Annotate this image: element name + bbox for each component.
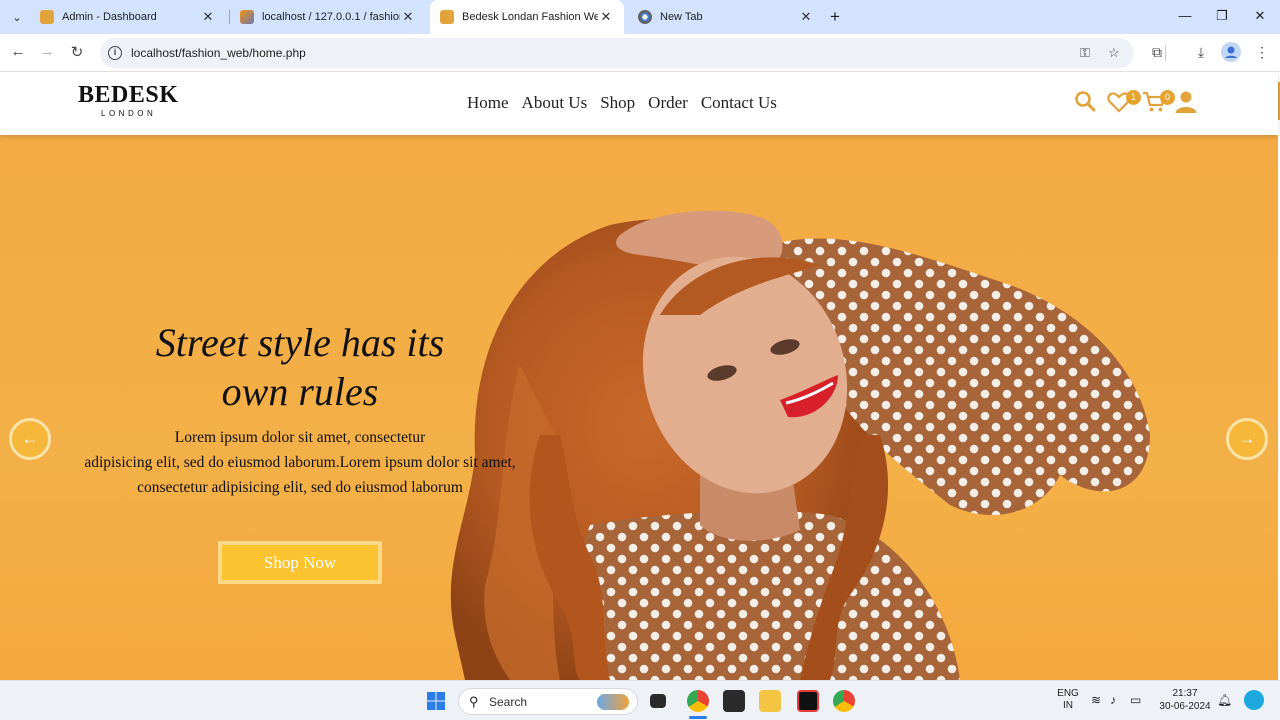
hero-title-line-1: Street style has its [155, 320, 445, 365]
phpmyadmin-favicon-icon [240, 10, 254, 24]
window-close-icon[interactable]: ✕ [1250, 8, 1270, 24]
wishlist-count-badge: 1 [1126, 90, 1141, 105]
file-explorer-icon[interactable] [759, 690, 781, 712]
clock[interactable]: 21:37 30-06-2024 [1156, 687, 1214, 713]
browser-menu-icon[interactable]: ⋮ [1252, 44, 1272, 61]
search-highlight-icon [597, 694, 629, 710]
weather-widget-icon[interactable] [1244, 690, 1264, 710]
tab-bedesk-website[interactable]: Bedesk Londan Fashion Website ✕ [430, 0, 624, 34]
notification-bell-icon[interactable]: 🔔︎ [1217, 693, 1232, 707]
tab-new-tab[interactable]: New Tab ✕ [628, 0, 824, 34]
chrome-profile-icon[interactable] [833, 690, 855, 712]
nav-contact-us[interactable]: Contact Us [701, 93, 777, 113]
close-tab-icon[interactable]: ✕ [200, 9, 216, 25]
nav-order[interactable]: Order [648, 93, 688, 113]
nav-shop[interactable]: Shop [600, 93, 635, 113]
tab-title: Bedesk Londan Fashion Website [462, 11, 598, 23]
address-bar[interactable]: i localhost/fashion_web/home.php ⚿ ☆ [100, 38, 1134, 68]
main-nav: Home About Us Shop Order Contact Us [467, 93, 777, 113]
reload-icon[interactable]: ↻ [67, 43, 87, 61]
nav-about-us[interactable]: About Us [522, 93, 588, 113]
active-app-indicator [689, 716, 707, 719]
hero-title-line-2: own rules [221, 369, 379, 414]
back-arrow-icon[interactable]: ← [8, 43, 28, 60]
task-view-icon[interactable] [650, 694, 666, 708]
recorder-app-icon[interactable] [797, 690, 819, 712]
minimize-icon[interactable]: — [1175, 8, 1195, 23]
tab-title: New Tab [660, 11, 703, 23]
slider-next-arrow-icon[interactable]: → [1226, 418, 1268, 460]
nav-home[interactable]: Home [467, 93, 509, 113]
site-logo-subtitle: LONDON [101, 109, 157, 118]
bookmark-star-icon[interactable]: ☆ [1108, 45, 1120, 61]
browser-toolbar: ← → ↻ i localhost/fashion_web/home.php ⚿… [0, 34, 1280, 72]
taskbar-search-label: Search [489, 695, 528, 709]
forward-arrow-icon[interactable]: → [37, 43, 57, 60]
search-icon: ⚲ [469, 694, 479, 709]
hero-description: Lorem ipsum dolor sit amet, consectetur … [50, 425, 550, 500]
hero-title: Street style has its own rules [120, 318, 480, 416]
site-logo[interactable]: BEDESK [78, 82, 178, 109]
volume-icon[interactable]: ♪ [1110, 693, 1116, 707]
shop-now-button[interactable]: Shop Now [218, 541, 382, 584]
url-text[interactable]: localhost/fashion_web/home.php [131, 46, 306, 60]
slider-prev-arrow-icon[interactable]: ← [9, 418, 51, 460]
extensions-puzzle-icon[interactable]: ⧉ [1147, 44, 1167, 61]
user-account-icon[interactable] [1175, 90, 1197, 119]
password-key-icon[interactable]: ⚿ [1080, 45, 1090, 61]
region-code: IN [1063, 700, 1073, 711]
tab-title: Admin - Dashboard [62, 11, 157, 23]
chrome-app-icon[interactable] [687, 690, 709, 712]
language-code: ENG [1057, 688, 1079, 699]
hero-text-line-3: consectetur adipisicing elit, sed do eiu… [137, 479, 463, 496]
sublime-text-icon[interactable] [723, 690, 745, 712]
close-tab-icon[interactable]: ✕ [400, 9, 416, 25]
restore-icon[interactable]: ❐ [1212, 8, 1232, 24]
search-icon[interactable] [1074, 90, 1096, 117]
chrome-favicon-icon [638, 10, 652, 24]
browser-tab-strip: ⌄ Admin - Dashboard ✕ localhost / 127.0.… [0, 0, 1280, 34]
site-info-icon[interactable]: i [108, 46, 122, 60]
hero-text-line-1: Lorem ipsum dolor sit amet, consectetur [174, 429, 426, 446]
site-header: BEDESK LONDON Home About Us Shop Order C… [0, 72, 1278, 135]
new-tab-plus-icon[interactable]: + [830, 7, 840, 27]
tab-admin-dashboard[interactable]: Admin - Dashboard ✕ [30, 0, 226, 34]
battery-icon[interactable]: ▭ [1130, 693, 1141, 707]
language-indicator[interactable]: ENG IN [1055, 688, 1081, 712]
wifi-icon[interactable]: ≋ [1091, 693, 1101, 707]
site-favicon-icon [40, 10, 54, 24]
taskbar-search-box[interactable]: ⚲ Search [458, 688, 638, 715]
site-favicon-icon [440, 10, 454, 24]
hero-slider: Street style has its own rules Lorem ips… [0, 135, 1278, 680]
hero-text-line-2: adipisicing elit, sed do eiusmod laborum… [84, 454, 516, 471]
clock-time: 21:37 [1172, 688, 1198, 699]
close-tab-icon[interactable]: ✕ [798, 9, 814, 25]
tab-phpmyadmin[interactable]: localhost / 127.0.0.1 / fashion_d ✕ [230, 0, 426, 34]
tab-search-chevron-icon[interactable]: ⌄ [6, 6, 28, 28]
close-tab-icon[interactable]: ✕ [598, 9, 614, 25]
download-icon[interactable]: ⤓ [1191, 44, 1211, 61]
cart-count-badge: 0 [1160, 90, 1175, 105]
toolbar-divider [1165, 45, 1166, 61]
tab-title: localhost / 127.0.0.1 / fashion_d [262, 11, 400, 23]
clock-date: 30-06-2024 [1159, 701, 1211, 712]
profile-avatar-icon[interactable] [1221, 42, 1241, 65]
windows-taskbar: ⚲ Search ENG IN ≋ ♪ ▭ 21:37 30-06-2024 🔔… [0, 680, 1280, 720]
windows-start-icon[interactable] [427, 692, 445, 715]
